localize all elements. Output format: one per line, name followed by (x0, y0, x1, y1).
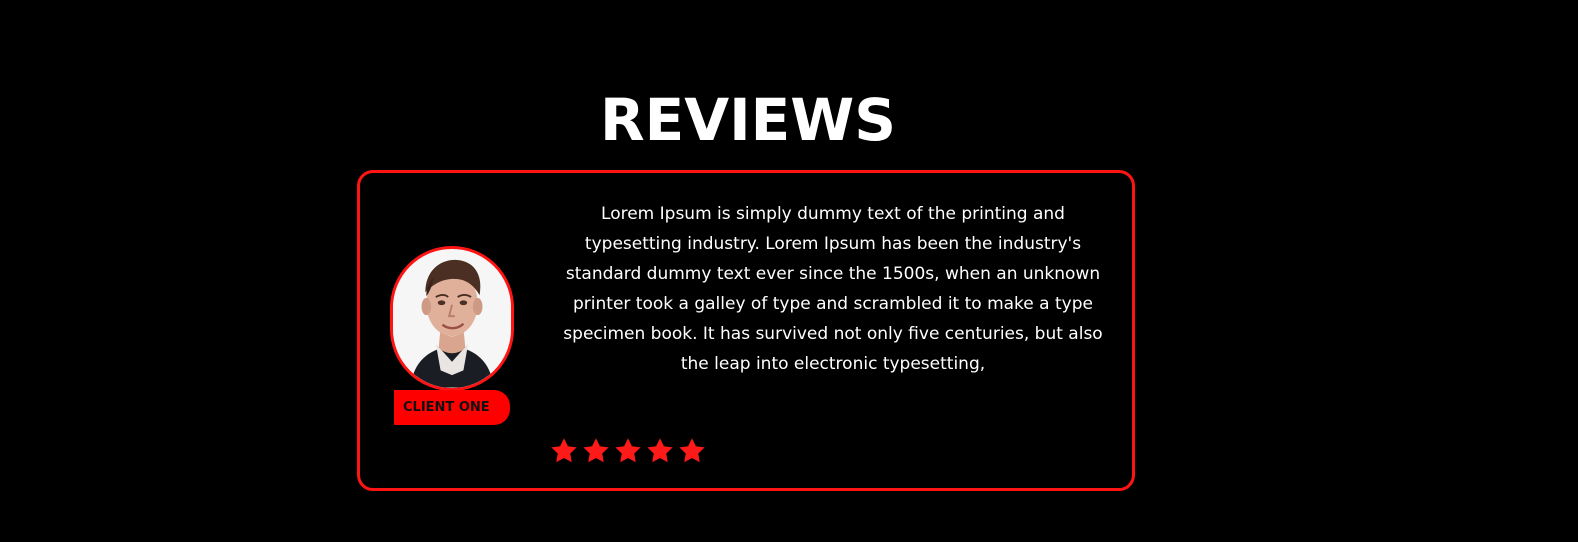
star-icon (677, 436, 707, 466)
reviews-heading: REVIEWS (599, 85, 897, 154)
review-text: Lorem Ipsum is simply dummy text of the … (563, 204, 1103, 374)
client-avatar (390, 246, 514, 391)
client-photo-icon (393, 249, 511, 388)
client-name-label: CLIENT ONE (394, 390, 510, 425)
reviews-page: REVIEWS CLIENT ONE Lorem Ipsum is simply… (0, 0, 1578, 542)
star-icon (613, 436, 643, 466)
star-icon (581, 436, 611, 466)
star-icon (645, 436, 675, 466)
star-rating (549, 436, 707, 466)
star-icon (549, 436, 579, 466)
